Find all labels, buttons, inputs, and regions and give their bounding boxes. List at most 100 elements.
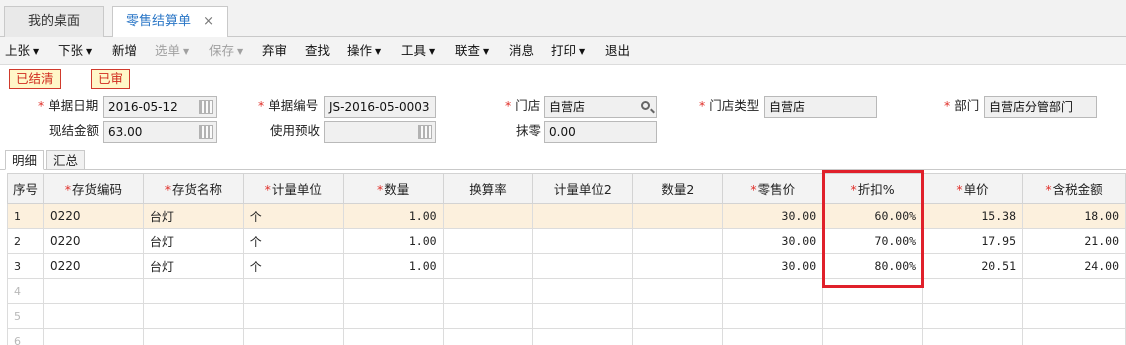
col-header-unit[interactable]: *计量单位: [242, 173, 344, 204]
col-header-quantity2[interactable]: 数量2: [632, 173, 724, 204]
tools-menu[interactable]: 工具 ▼: [401, 37, 435, 65]
cell-conversion-rate[interactable]: [442, 253, 534, 279]
linked-query-menu[interactable]: 联查 ▼: [455, 37, 489, 65]
cell-item-name[interactable]: 台灯: [142, 253, 244, 279]
header-label: 零售价: [757, 182, 796, 197]
col-header-item-name[interactable]: *存货名称: [142, 173, 244, 204]
col-header-discount[interactable]: *折扣%: [822, 173, 924, 204]
button-label: 打印: [551, 43, 577, 58]
tab-summary[interactable]: 汇总: [46, 150, 86, 170]
table-row-empty[interactable]: 5: [7, 303, 1126, 329]
cell-quantity[interactable]: 1.00: [342, 228, 444, 254]
cell-unit[interactable]: 个: [242, 253, 344, 279]
header-label: 存货编码: [72, 182, 123, 197]
message-button[interactable]: 消息: [509, 37, 534, 65]
cell-quantity[interactable]: 1.00: [342, 203, 444, 229]
store-field[interactable]: 自营店: [544, 96, 657, 118]
required-mark: *: [1045, 182, 1052, 197]
search-icon[interactable]: [641, 101, 650, 110]
cell-unit-price[interactable]: 20.51: [922, 253, 1023, 279]
chevron-down-icon: ▼: [429, 47, 436, 56]
cell-conversion-rate[interactable]: [442, 228, 534, 254]
exit-button[interactable]: 退出: [605, 37, 630, 65]
cell-discount[interactable]: 60.00%: [822, 203, 924, 229]
calculator-icon[interactable]: [418, 125, 432, 139]
cell-unit-price[interactable]: 15.38: [922, 203, 1023, 229]
required-mark: *: [750, 182, 757, 197]
col-header-index[interactable]: 序号: [7, 173, 44, 204]
cell-unit-price[interactable]: 17.95: [922, 228, 1023, 254]
col-header-quantity[interactable]: *数量: [342, 173, 444, 204]
tab-detail[interactable]: 明细: [5, 150, 45, 170]
table-row-empty[interactable]: 6: [7, 328, 1126, 345]
use-prepayment-field[interactable]: [324, 121, 436, 143]
col-header-retail-price[interactable]: *零售价: [722, 173, 824, 204]
table-row[interactable]: 3 0220 台灯 个 1.00 30.00 80.00% 20.51 24.0…: [7, 253, 1126, 279]
save-button[interactable]: 保存 ▼: [209, 37, 243, 65]
required-mark: *: [164, 182, 171, 197]
col-header-item-code[interactable]: *存货编码: [42, 173, 144, 204]
cell-unit2[interactable]: [532, 203, 634, 229]
table-row-empty[interactable]: 4: [7, 278, 1126, 304]
button-label: 保存: [209, 43, 235, 58]
department-field[interactable]: 自营店分管部门: [984, 96, 1097, 118]
cash-amount-label: 现结金额: [49, 123, 100, 138]
cell-unit[interactable]: 个: [242, 228, 344, 254]
cell-discount[interactable]: 70.00%: [822, 228, 924, 254]
cell-unit2[interactable]: [532, 253, 634, 279]
doc-number-field[interactable]: JS-2016-05-0003: [324, 96, 436, 118]
cell-retail-price[interactable]: 30.00: [722, 228, 824, 254]
field-value: 2016-05-12: [108, 100, 178, 114]
cell-conversion-rate[interactable]: [442, 203, 534, 229]
rounding-field[interactable]: 0.00: [544, 121, 657, 143]
cell-item-code[interactable]: 0220: [42, 253, 144, 279]
required-mark: *: [376, 182, 384, 197]
tab-my-desktop[interactable]: 我的桌面: [4, 6, 104, 37]
col-header-unit-price[interactable]: *单价: [922, 173, 1023, 204]
rounding-label: 抹零: [516, 123, 542, 138]
col-header-unit2[interactable]: 计量单位2: [532, 173, 634, 204]
table-row[interactable]: 1 0220 台灯 个 1.00 30.00 60.00% 15.38 18.0…: [7, 203, 1126, 229]
store-type-field[interactable]: 自营店: [764, 96, 877, 118]
col-header-tax-amount[interactable]: *含税金额: [1022, 173, 1126, 204]
cell-item-name[interactable]: 台灯: [142, 203, 244, 229]
doc-date-field[interactable]: 2016-05-12: [103, 96, 217, 118]
cell-unit[interactable]: 个: [242, 203, 344, 229]
unaudit-button[interactable]: 弃审: [262, 37, 287, 65]
print-menu[interactable]: 打印 ▼: [551, 37, 585, 65]
cell-item-code[interactable]: 0220: [42, 203, 144, 229]
button-label: 退出: [605, 43, 631, 58]
cash-amount-field[interactable]: 63.00: [103, 121, 217, 143]
cell-item-name[interactable]: 台灯: [142, 228, 244, 254]
cell-quantity2[interactable]: [632, 253, 724, 279]
grid-header-row: 序号 *存货编码 *存货名称 *计量单位 *数量 换算率 计量单位2 数量2 *…: [7, 173, 1126, 204]
cell-discount[interactable]: 80.00%: [822, 253, 924, 279]
cell-retail-price[interactable]: 30.00: [722, 203, 824, 229]
operate-menu[interactable]: 操作 ▼: [347, 37, 381, 65]
tab-retail-settlement[interactable]: 零售结算单 ×: [112, 6, 228, 38]
close-icon[interactable]: ×: [203, 7, 214, 36]
cell-quantity2[interactable]: [632, 203, 724, 229]
table-row[interactable]: 2 0220 台灯 个 1.00 30.00 70.00% 17.95 21.0…: [7, 228, 1126, 254]
next-record-button[interactable]: 下张 ▼: [58, 37, 92, 65]
cell-quantity[interactable]: 1.00: [342, 253, 444, 279]
cell-unit2[interactable]: [532, 228, 634, 254]
field-value: JS-2016-05-0003: [329, 100, 430, 114]
new-button[interactable]: 新增: [112, 37, 137, 65]
label-text: 单据日期: [48, 98, 99, 113]
find-button[interactable]: 查找: [305, 37, 330, 65]
doc-date-label: * 单据日期: [38, 95, 98, 117]
col-header-conversion-rate[interactable]: 换算率: [442, 173, 534, 204]
calculator-icon[interactable]: [199, 125, 213, 139]
cell-tax-amount[interactable]: 21.00: [1022, 228, 1126, 254]
prev-record-button[interactable]: 上张 ▼: [5, 37, 39, 65]
cell-item-code[interactable]: 0220: [42, 228, 144, 254]
field-value: 自营店: [769, 100, 806, 114]
cell-tax-amount[interactable]: 18.00: [1022, 203, 1126, 229]
cell-quantity2[interactable]: [632, 228, 724, 254]
select-order-button[interactable]: 选单 ▼: [155, 37, 189, 65]
cell-retail-price[interactable]: 30.00: [722, 253, 824, 279]
cell-tax-amount[interactable]: 24.00: [1022, 253, 1126, 279]
store-type-label: * 门店类型: [699, 95, 759, 117]
calendar-icon[interactable]: [199, 100, 213, 114]
